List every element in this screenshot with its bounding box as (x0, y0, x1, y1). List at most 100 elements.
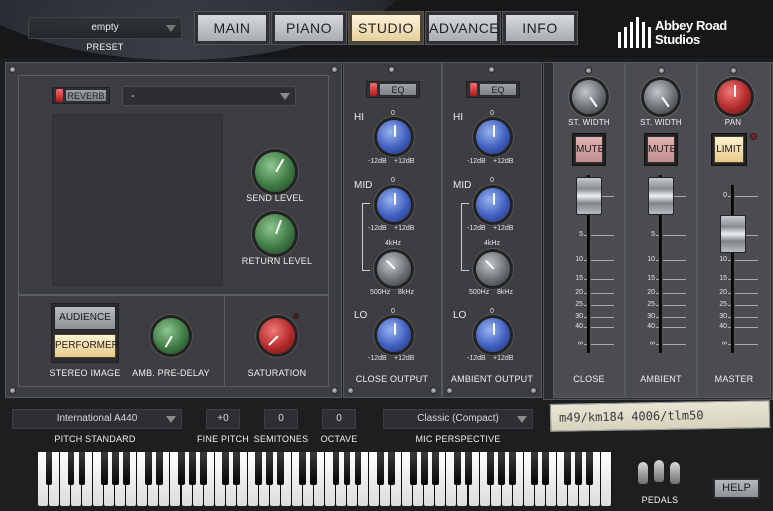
saturation-knob[interactable] (259, 318, 295, 354)
black-key[interactable] (277, 452, 285, 485)
tab-piano[interactable]: PIANO (271, 11, 347, 45)
reverb-button-label: REVERB (65, 89, 107, 102)
black-key[interactable] (332, 452, 340, 485)
close-eq-toggle[interactable]: EQ (366, 81, 420, 98)
ambient-eq-led (470, 83, 477, 96)
tab-studio[interactable]: STUDIO (348, 11, 424, 45)
close-mid-freq-knob[interactable] (377, 252, 411, 286)
black-key[interactable] (453, 452, 461, 485)
return-level-knob[interactable] (255, 214, 295, 254)
black-key[interactable] (575, 452, 583, 485)
ambient-eq-toggle[interactable]: EQ (466, 81, 520, 98)
black-key[interactable] (564, 452, 572, 485)
fader-scale-label: ∞ (650, 340, 655, 347)
ambient-hi-knob[interactable] (476, 120, 510, 154)
black-key[interactable] (409, 452, 417, 485)
black-key[interactable] (45, 452, 53, 485)
black-key[interactable] (177, 452, 185, 485)
pitch-standard-dropdown[interactable]: International A440 (12, 409, 182, 429)
ambient-fader[interactable]: 05101520253040∞ (625, 175, 697, 355)
black-key[interactable] (464, 452, 472, 485)
help-button[interactable]: HELP (713, 478, 760, 499)
black-key[interactable] (310, 452, 318, 485)
close-lo-zero: 0 (391, 308, 395, 315)
black-key[interactable] (531, 452, 539, 485)
ambient-mid-freq-knob[interactable] (476, 252, 510, 286)
fader-scale-label: 15 (575, 275, 583, 282)
fader-scale-label: 20 (719, 289, 727, 296)
preset-dropdown[interactable]: empty (28, 17, 182, 39)
reverb-type-dropdown[interactable]: - (122, 86, 296, 106)
pedals-icon[interactable] (634, 458, 688, 488)
close-lo-knob[interactable] (377, 318, 411, 352)
close-output-label: CLOSE OUTPUT (355, 374, 429, 384)
ambient-mute-button[interactable]: MUTE (647, 136, 676, 163)
black-key[interactable] (376, 452, 384, 485)
black-key[interactable] (67, 452, 75, 485)
black-key[interactable] (542, 452, 550, 485)
close-mid-knob[interactable] (377, 188, 411, 222)
black-key[interactable] (420, 452, 428, 485)
close-mute-button[interactable]: MUTE (575, 136, 604, 163)
pre-delay-knob[interactable] (153, 318, 189, 354)
fader-cap[interactable] (648, 177, 674, 215)
close-hi-knob[interactable] (377, 120, 411, 154)
black-key[interactable] (78, 452, 86, 485)
black-key[interactable] (509, 452, 516, 485)
close-fader[interactable]: 05101520253040∞ (553, 175, 625, 355)
master-pan-knob[interactable] (717, 80, 751, 114)
black-key[interactable] (431, 452, 439, 485)
black-key[interactable] (200, 452, 207, 485)
chevron-down-icon (280, 93, 290, 100)
white-key[interactable] (600, 452, 611, 506)
fader-cap[interactable] (720, 215, 746, 253)
close-st-width-knob[interactable] (572, 80, 606, 114)
close-hi-label: HI (354, 112, 364, 123)
black-key[interactable] (189, 452, 196, 485)
black-key[interactable] (586, 452, 594, 485)
mic-perspective-dropdown[interactable]: Classic (Compact) (383, 409, 533, 429)
ambient-st-width-label: ST. WIDTH (640, 118, 682, 127)
tab-info[interactable]: INFO (502, 11, 578, 45)
black-key[interactable] (233, 452, 240, 485)
close-st-width-label: ST. WIDTH (568, 118, 610, 127)
fine-pitch-label: FINE PITCH (196, 434, 249, 444)
close-eq-led (370, 83, 377, 96)
reverb-toggle[interactable]: REVERB (52, 87, 110, 104)
black-key[interactable] (498, 452, 505, 485)
black-key[interactable] (155, 452, 163, 485)
fader-cap[interactable] (576, 177, 602, 215)
fine-pitch-field[interactable]: +0 (206, 409, 240, 429)
black-key[interactable] (122, 452, 130, 485)
ambient-hi-min: -12dB (467, 158, 486, 165)
black-key[interactable] (111, 452, 119, 485)
send-level-knob[interactable] (255, 152, 295, 192)
close-mid-label: MID (354, 180, 373, 191)
limit-button[interactable]: LIMIT (714, 136, 744, 163)
tab-main[interactable]: MAIN (194, 11, 270, 45)
black-key[interactable] (255, 452, 263, 485)
fader-scale-label: 30 (647, 313, 655, 320)
performer-button[interactable]: PERFORMER (54, 334, 119, 358)
black-key[interactable] (343, 452, 351, 485)
black-key[interactable] (144, 452, 152, 485)
fader-scale-label: 20 (647, 289, 655, 296)
audience-button[interactable]: AUDIENCE (54, 306, 116, 330)
ambient-mid-knob[interactable] (476, 188, 510, 222)
octave-field[interactable]: 0 (322, 409, 356, 429)
black-key[interactable] (487, 452, 494, 485)
ambient-st-width-knob[interactable] (644, 80, 678, 114)
black-key[interactable] (100, 452, 108, 485)
black-key[interactable] (266, 452, 274, 485)
ambient-lo-label: LO (453, 310, 467, 321)
master-fader[interactable]: 05101520253040∞ (697, 185, 771, 355)
piano-keyboard[interactable] (38, 452, 612, 506)
ambient-hi-label: HI (453, 112, 463, 123)
tab-advanced[interactable]: ADVANCED (425, 11, 509, 45)
black-key[interactable] (387, 452, 395, 485)
black-key[interactable] (222, 452, 229, 485)
black-key[interactable] (299, 452, 307, 485)
black-key[interactable] (354, 452, 362, 485)
ambient-lo-knob[interactable] (476, 318, 510, 352)
semitones-field[interactable]: 0 (264, 409, 298, 429)
